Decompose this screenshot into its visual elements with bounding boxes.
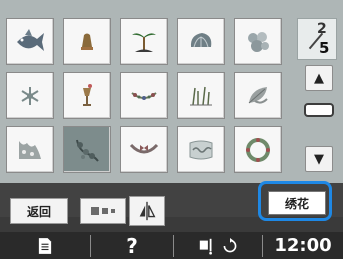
grass-icon [190, 86, 212, 105]
palm-tree-icon [132, 32, 156, 52]
pattern-tile-shell[interactable] [177, 18, 225, 65]
shell-icon [190, 32, 212, 47]
pattern-tile-coral[interactable] [234, 18, 282, 65]
pattern-tile-garland[interactable] [120, 72, 168, 119]
wreath-icon [246, 137, 270, 162]
cup-icon [83, 83, 92, 106]
snowflake-icon [21, 86, 39, 105]
garland-icon [131, 91, 157, 100]
clock-display: 12:00 [274, 235, 332, 256]
triangle-up-icon: ▲ [314, 70, 324, 86]
rotate-icon [223, 237, 237, 252]
size-medium-icon [102, 208, 108, 214]
leaf-pattern-icon [248, 86, 268, 104]
scrollbar-thumb[interactable] [304, 103, 334, 117]
pattern-tile-lace[interactable] [6, 126, 54, 173]
embroider-button[interactable]: 绣花 [268, 191, 326, 215]
pattern-tile-bell[interactable] [63, 18, 111, 65]
size-large-icon [91, 207, 99, 215]
back-button[interactable]: 返回 [10, 198, 68, 224]
pattern-tile-fish[interactable] [6, 18, 54, 65]
page-total: 5 [319, 39, 330, 57]
lettering-icon [189, 140, 213, 159]
document-button[interactable] [0, 232, 90, 259]
pattern-tile-grass[interactable] [177, 72, 225, 119]
coral-icon [248, 31, 269, 52]
pattern-tile-floral-corner[interactable] [63, 126, 111, 173]
pattern-tile-cup[interactable] [63, 72, 111, 119]
lace-icon [19, 140, 41, 159]
bell-icon [81, 33, 93, 50]
mirror-icon [139, 201, 156, 221]
bow-swag-icon [129, 143, 159, 153]
scroll-up-button[interactable]: ▲ [305, 65, 333, 91]
scroll-down-button[interactable]: ▼ [305, 146, 333, 172]
pattern-tile-lettering[interactable] [177, 126, 225, 173]
pattern-grid [6, 18, 282, 173]
document-icon [38, 237, 52, 254]
settings-button[interactable] [174, 232, 262, 259]
size-button[interactable] [80, 198, 126, 224]
mirror-button[interactable] [129, 196, 165, 226]
size-small-icon [111, 209, 115, 213]
pattern-tile-leaf[interactable] [234, 72, 282, 119]
triangle-down-icon: ▼ [314, 151, 324, 167]
fish-icon [17, 28, 44, 51]
pattern-tile-snowflake[interactable] [6, 72, 54, 119]
floral-corner-icon [76, 139, 99, 162]
pattern-tile-palm[interactable] [120, 18, 168, 65]
sewing-settings-icon [199, 238, 212, 255]
pattern-tile-bow-swag[interactable] [120, 126, 168, 173]
pattern-tile-wreath[interactable] [234, 126, 282, 173]
page-indicator: 2 5 [297, 18, 337, 60]
help-button[interactable]: ? [91, 232, 173, 259]
